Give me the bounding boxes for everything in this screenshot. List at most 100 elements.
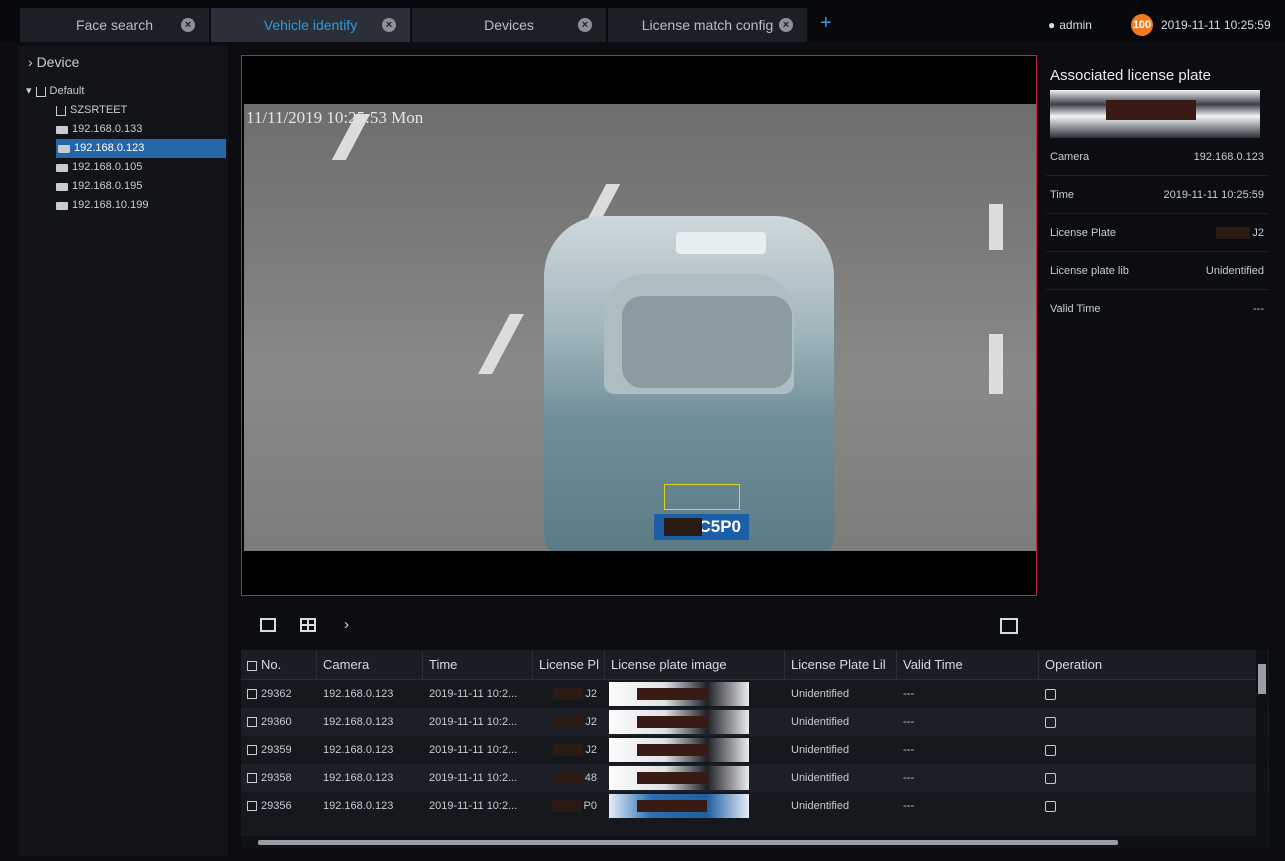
column-header-time[interactable]: Time	[423, 650, 533, 680]
plate-mask	[664, 518, 702, 536]
column-label: Operation	[1045, 657, 1103, 672]
cell-plate-lib: Unidentified	[791, 800, 850, 812]
alarm-badge[interactable]: 100	[1131, 14, 1153, 36]
user-menu[interactable]: ● admin	[1048, 18, 1092, 32]
close-icon[interactable]: ×	[779, 18, 793, 32]
plate-mask	[551, 800, 582, 813]
tree-node-camera[interactable]: 192.168.0.105	[56, 158, 226, 177]
cell-no: 29358	[241, 764, 317, 792]
tab-license-match-config[interactable]: License match config ×	[608, 8, 808, 42]
column-label: License Pl	[539, 657, 599, 672]
table-row[interactable]: 29362 192.168.0.123 2019-11-11 10:2... J…	[241, 680, 1269, 708]
cell-text: 29362	[261, 688, 292, 700]
column-header-plate-lib[interactable]: License Plate Lil	[785, 650, 897, 680]
network-icon	[56, 105, 66, 116]
edit-icon[interactable]	[1045, 800, 1056, 812]
cell-camera: 192.168.0.123	[323, 800, 394, 812]
lane-marking	[989, 204, 1003, 250]
tab-label: License match config	[641, 17, 774, 33]
edit-icon[interactable]	[1045, 716, 1056, 728]
device-tree-header[interactable]: › Device	[28, 54, 79, 70]
close-icon[interactable]: ×	[578, 18, 592, 32]
plate-mask	[552, 772, 583, 785]
table-row[interactable]: 29359 192.168.0.123 2019-11-11 10:2... J…	[241, 736, 1269, 764]
plate-mask	[637, 744, 707, 756]
camera-icon	[56, 163, 68, 172]
tree-node-camera[interactable]: 192.168.10.199	[56, 196, 226, 215]
add-tab-button[interactable]: +	[820, 10, 832, 36]
info-value: 192.168.0.123	[1193, 151, 1264, 163]
info-row-plate-lib: License plate lib Unidentified	[1046, 252, 1268, 290]
table-row[interactable]: 29356 192.168.0.123 2019-11-11 10:2... P…	[241, 792, 1269, 820]
video-window[interactable]: C5P0 11/11/2019 10:25:53 Mon	[241, 55, 1037, 596]
camera-icon	[56, 182, 68, 191]
row-checkbox[interactable]	[247, 689, 257, 700]
tree-group-default[interactable]: ▾ Default	[26, 82, 84, 101]
tab-face-search[interactable]: Face search ×	[20, 8, 210, 42]
info-label: Camera	[1050, 151, 1090, 163]
row-checkbox[interactable]	[247, 773, 257, 784]
table-row[interactable]: 29358 192.168.0.123 2019-11-11 10:2... 4…	[241, 764, 1269, 792]
column-label: Time	[429, 657, 458, 672]
table-body: 29362 192.168.0.123 2019-11-11 10:2... J…	[241, 680, 1269, 820]
cell-plate-lib: Unidentified	[791, 688, 850, 700]
top-tab-bar: Face search × Vehicle identify × Devices…	[0, 0, 1285, 42]
chevron-right-icon[interactable]: ›	[344, 616, 349, 633]
edit-icon[interactable]	[1045, 772, 1056, 784]
tab-devices[interactable]: Devices ×	[412, 8, 607, 42]
info-label: License plate lib	[1050, 265, 1129, 277]
cell-plate: J2	[533, 680, 605, 708]
close-icon[interactable]: ×	[382, 18, 396, 32]
row-checkbox[interactable]	[247, 801, 257, 812]
edit-icon[interactable]	[1045, 688, 1056, 700]
cell-plate-lib: Unidentified	[791, 716, 850, 728]
column-header-plate[interactable]: License Pl	[533, 650, 605, 680]
row-checkbox[interactable]	[247, 745, 257, 756]
cell-plate: P0	[533, 792, 605, 820]
plate-mask	[553, 716, 584, 729]
tab-vehicle-identify[interactable]: Vehicle identify ×	[211, 8, 411, 42]
plate-image[interactable]	[609, 738, 749, 762]
cell-plate-lib: Unidentified	[791, 744, 850, 756]
plate-image[interactable]	[609, 794, 749, 818]
column-header-valid-time[interactable]: Valid Time	[897, 650, 1039, 680]
column-header-plate-image[interactable]: License plate image	[605, 650, 785, 680]
cell-operation	[1039, 736, 1254, 764]
horizontal-scroll-thumb[interactable]	[258, 840, 1118, 845]
cell-plate-image	[605, 680, 785, 708]
select-all-checkbox[interactable]	[247, 660, 257, 671]
tree-node-label: 192.168.0.123	[74, 142, 145, 154]
quad-view-button[interactable]	[300, 618, 316, 632]
table-row[interactable]: 29360 192.168.0.123 2019-11-11 10:2... J…	[241, 708, 1269, 736]
vertical-scroll-thumb[interactable]	[1258, 664, 1266, 694]
column-header-operation[interactable]: Operation	[1039, 650, 1254, 680]
cell-plate-lib: Unidentified	[791, 772, 850, 784]
single-view-button[interactable]	[260, 618, 276, 632]
records-table: No. Camera Time License Pl License plate…	[241, 650, 1269, 848]
cell-no: 29362	[241, 680, 317, 708]
detection-box	[664, 484, 740, 510]
cell-plate-image	[605, 792, 785, 820]
plate-image[interactable]	[609, 682, 749, 706]
tree-node-szsrteet[interactable]: SZSRTEET	[56, 101, 226, 120]
row-checkbox[interactable]	[247, 717, 257, 728]
info-label: Valid Time	[1050, 303, 1101, 315]
tree-node-camera-selected[interactable]: 192.168.0.123	[56, 139, 226, 158]
cell-operation	[1039, 680, 1254, 708]
info-value-wrap: J2	[1216, 214, 1264, 251]
cell-text: J2	[585, 716, 597, 728]
fullscreen-button[interactable]	[1000, 618, 1018, 634]
cell-plate: J2	[533, 708, 605, 736]
column-header-no[interactable]: No.	[241, 650, 317, 680]
tree-node-camera[interactable]: 192.168.0.133	[56, 120, 226, 139]
lane-marking	[478, 314, 524, 374]
column-header-camera[interactable]: Camera	[317, 650, 423, 680]
tree-node-camera[interactable]: 192.168.0.195	[56, 177, 226, 196]
cell-text: J2	[585, 688, 597, 700]
close-icon[interactable]: ×	[181, 18, 195, 32]
edit-icon[interactable]	[1045, 744, 1056, 756]
plate-image[interactable]	[609, 766, 749, 790]
plate-image[interactable]	[609, 710, 749, 734]
device-header-label: Device	[36, 54, 80, 70]
info-row-time: Time 2019-11-11 10:25:59	[1046, 176, 1268, 214]
